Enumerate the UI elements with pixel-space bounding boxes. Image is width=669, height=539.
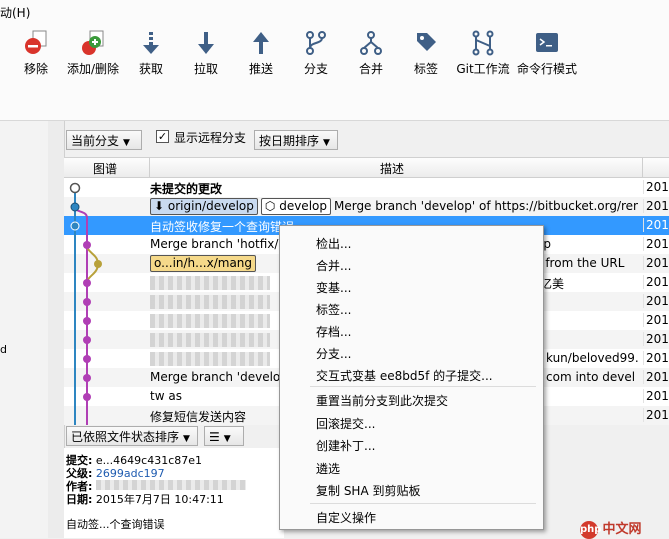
menu-item-checkout[interactable]: 检出... [316, 235, 351, 252]
fetch-icon [143, 32, 159, 54]
commit-node [83, 241, 91, 249]
commit-node [70, 221, 80, 231]
remote-branch-icon: ⬇ [154, 199, 165, 213]
tag-icon [417, 33, 436, 51]
redacted-text [150, 295, 270, 309]
pull-button[interactable]: 拉取 [190, 30, 222, 88]
chevron-down-icon: ▼ [323, 138, 330, 148]
commit-details: 提交: e...4649c431c87e1 父级: 2699adc197 作者:… [64, 448, 284, 538]
toolbar: 移除 添加/删除 获取 拉取 推送 分支 合并 标签 Git工作流 命令行模式 [0, 22, 669, 121]
commit-node [83, 355, 91, 363]
remove-button[interactable]: 移除 [18, 30, 54, 88]
chevron-down-icon: ▼ [183, 434, 190, 444]
menu-item-revert[interactable]: 回滚提交... [316, 415, 375, 432]
add-remove-icon [82, 30, 104, 55]
remove-icon [25, 30, 47, 54]
commit-node [83, 298, 91, 306]
col-divider[interactable] [642, 158, 643, 177]
chevron-down-icon: ▼ [123, 138, 130, 148]
menu-item-cherry-pick[interactable]: 遴选 [316, 460, 340, 477]
watermark-logo: php 中文网 [580, 520, 642, 539]
sidebar-scrollbar[interactable] [48, 121, 65, 538]
branch-button[interactable]: 分支 [300, 30, 332, 88]
menu-item-interactive-rebase[interactable]: 交互式变基 ee8bd5f 的子提交... [316, 367, 493, 384]
git-flow-icon [472, 30, 494, 56]
commit-node [94, 260, 102, 268]
table-row[interactable]: ⬇ origin/develop ⬡ develop Merge branch 'd… [64, 197, 669, 216]
branch-icon: ⬡ [264, 199, 276, 213]
col-graph[interactable]: 图谱 [93, 160, 117, 177]
push-icon [253, 32, 269, 54]
menu-item-archive[interactable]: 存档... [316, 323, 351, 340]
show-remote-checkbox[interactable]: ✓ [156, 130, 169, 143]
show-remote-label: 显示远程分支 [174, 131, 247, 145]
branch-filter-select[interactable]: 当前分支 ▼ [66, 130, 142, 150]
file-sort-select[interactable]: 已依照文件状态排序 ▼ [66, 426, 198, 446]
table-row[interactable]: 未提交的更改 2015 [64, 178, 669, 197]
menu-item-custom-actions[interactable]: 自定义操作 [316, 509, 376, 526]
uncommitted-node [69, 182, 81, 194]
terminal-icon [536, 33, 558, 52]
push-button[interactable]: 推送 [245, 30, 277, 88]
menu-item-reset[interactable]: 重置当前分支到此次提交 [316, 392, 448, 409]
sidebar-edge-mark: d [0, 343, 7, 356]
local-branch-tag: ⬡ develop [260, 198, 331, 215]
col-divider[interactable] [149, 158, 150, 177]
commit-node [83, 317, 91, 325]
merge-button[interactable]: 合并 [355, 30, 387, 88]
redacted-text [150, 352, 270, 366]
redacted-author [95, 480, 246, 490]
fetch-button[interactable]: 获取 [135, 30, 167, 88]
menu-help[interactable]: 动(H) [0, 4, 30, 21]
menu-item-copy-sha[interactable]: 复制 SHA 到剪贴板 [316, 482, 420, 499]
merge-icon [360, 31, 382, 55]
menu-item-create-patch[interactable]: 创建补丁... [316, 437, 375, 454]
commit-graph [69, 182, 102, 425]
commit-node [83, 374, 91, 382]
terminal-button[interactable]: 命令行模式 [516, 30, 578, 88]
view-menu-button[interactable]: ☰ ▼ [204, 426, 244, 446]
menu-item-rebase[interactable]: 变基... [316, 279, 351, 296]
add-remove-button[interactable]: 添加/删除 [64, 30, 122, 88]
branch-tag: o...in/h...x/mang [150, 255, 257, 272]
tag-button[interactable]: 标签 [410, 30, 442, 88]
menu-bar: 动(H) [0, 0, 669, 22]
menu-item-branch[interactable]: 分支... [316, 345, 351, 362]
list-icon: ☰ [209, 430, 220, 444]
remote-branch-tag: ⬇ origin/develop [150, 198, 258, 215]
commit-message: 自动签...个查询错误 [66, 518, 165, 531]
col-description[interactable]: 描述 [380, 160, 404, 177]
commit-node [83, 393, 91, 401]
redacted-text [150, 276, 270, 290]
menu-item-tag[interactable]: 标签... [316, 301, 351, 318]
graph-line [74, 206, 88, 425]
filter-bar: 当前分支 ▼ ✓ 显示远程分支 按日期排序 ▼ [64, 126, 669, 156]
file-status-bar: 已依照文件状态排序 ▼ ☰ ▼ [64, 424, 284, 448]
git-flow-button[interactable]: Git工作流 [455, 30, 511, 88]
grid-header: 图谱 描述 [64, 158, 669, 178]
menu-separator [310, 503, 536, 504]
branch-icon [306, 31, 326, 55]
redacted-text [150, 333, 270, 347]
menu-separator [310, 386, 536, 387]
commit-node [70, 202, 80, 212]
context-menu: 检出... 合并... 变基... 标签... 存档... 分支... 交互式变… [279, 225, 544, 530]
redacted-text [150, 314, 270, 328]
commit-node [83, 279, 91, 287]
commit-node [83, 336, 91, 344]
sort-order-select[interactable]: 按日期排序 ▼ [254, 130, 338, 150]
chevron-down-icon: ▼ [223, 434, 231, 444]
sidebar: d [0, 121, 49, 538]
pull-icon [198, 32, 214, 54]
menu-item-merge[interactable]: 合并... [316, 257, 351, 274]
